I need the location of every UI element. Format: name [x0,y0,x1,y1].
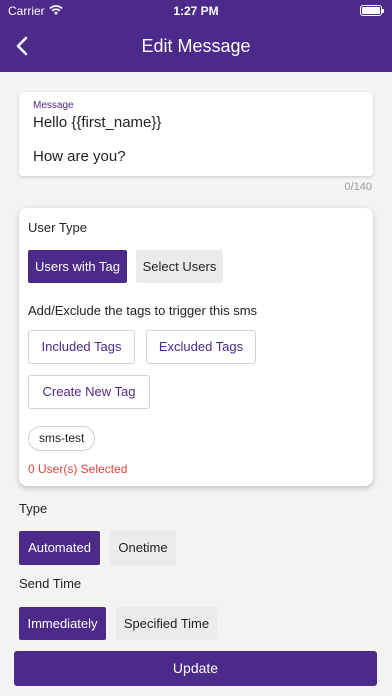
status-bar: Carrier 1:27 PM [0,0,392,22]
message-input[interactable]: Hello {{first_name}} How are you? [33,114,363,165]
included-tags-button[interactable]: Included Tags [28,330,135,364]
app-header: Carrier 1:27 PM Edit Message [0,0,392,72]
users-with-tag-button[interactable]: Users with Tag [28,250,127,283]
status-time: 1:27 PM [173,4,219,18]
excluded-tags-button[interactable]: Excluded Tags [146,330,256,364]
type-label: Type [19,501,48,516]
message-field[interactable]: Message Hello {{first_name}} How are you… [19,92,373,176]
send-time-label: Send Time [19,576,82,591]
onetime-button[interactable]: Onetime [110,531,176,565]
specified-time-button[interactable]: Specified Time [116,607,217,640]
selected-users-count: 0 User(s) Selected [28,462,128,476]
battery-icon [360,5,384,16]
page-title: Edit Message [141,36,251,56]
message-label: Message [33,100,74,111]
immediately-button[interactable]: Immediately [19,607,106,640]
tag-chip[interactable]: sms-test [28,426,96,451]
create-new-tag-button[interactable]: Create New Tag [28,375,150,409]
user-type-title: User Type [28,220,88,235]
update-button[interactable]: Update [14,651,377,686]
user-type-card: User Type Users with Tag Select Users Ad… [19,208,373,486]
automated-button[interactable]: Automated [19,531,100,565]
character-counter: 0/140 [344,181,372,193]
user-type-description: Add/Exclude the tags to trigger this sms [28,303,258,318]
select-users-button[interactable]: Select Users [136,250,223,283]
